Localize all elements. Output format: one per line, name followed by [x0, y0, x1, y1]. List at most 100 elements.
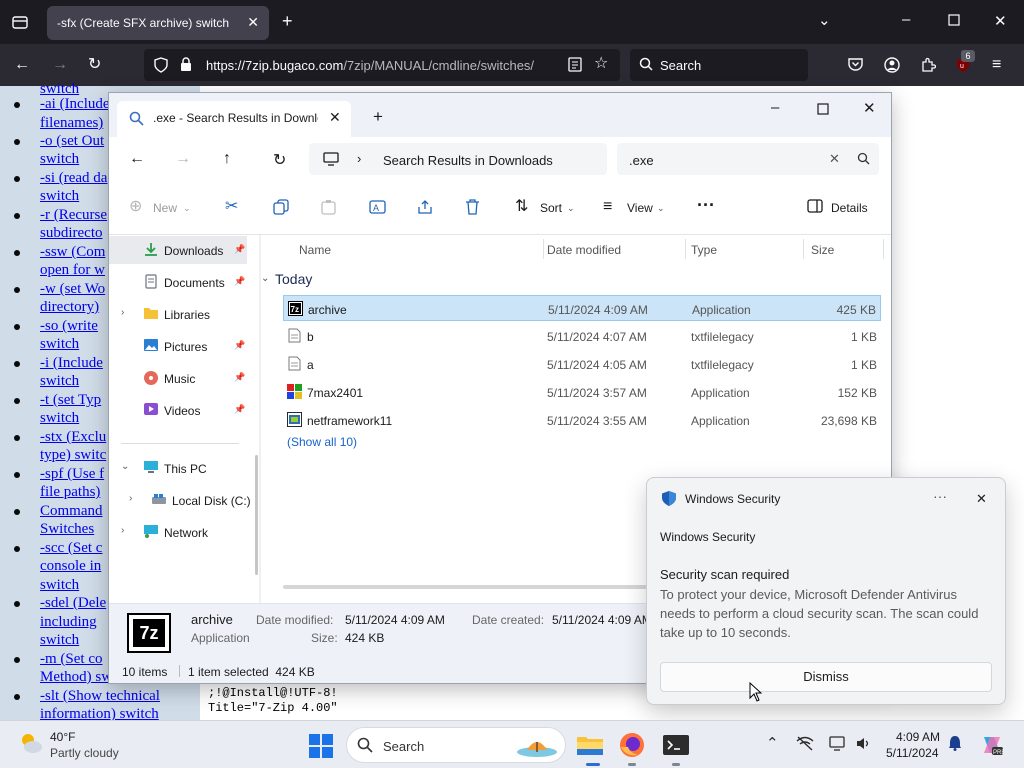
manual-nav-link[interactable]: -sdel (Dele: [40, 594, 106, 612]
new-icon[interactable]: ⊕: [129, 199, 142, 215]
column-separator[interactable]: [883, 239, 884, 259]
manual-nav-link[interactable]: -ai (Include: [40, 95, 110, 113]
sidebar-item-local-disk-c[interactable]: › Local Disk (C:): [117, 486, 255, 514]
account-icon[interactable]: [884, 57, 900, 77]
manual-nav-link[interactable]: open for w: [40, 261, 105, 279]
breadcrumb[interactable]: Search Results in Downloads: [383, 153, 553, 168]
extensions-icon[interactable]: [920, 57, 937, 77]
pin-icon[interactable]: 📌: [234, 276, 245, 287]
sidebar-item-documents[interactable]: Documents 📌: [109, 268, 247, 296]
more-options-icon[interactable]: ···: [933, 488, 947, 504]
manual-nav-link[interactable]: Command: [40, 502, 103, 520]
close-tab-icon[interactable]: ✕: [329, 109, 341, 126]
manual-nav-link[interactable]: -ssw (Com: [40, 243, 105, 261]
show-all-link[interactable]: (Show all 10): [287, 435, 357, 449]
sort-button[interactable]: Sort: [540, 201, 562, 215]
menu-icon[interactable]: ≡: [992, 57, 1001, 73]
delete-icon[interactable]: [465, 199, 480, 219]
new-button[interactable]: New: [153, 201, 177, 215]
paste-icon[interactable]: [321, 199, 336, 219]
column-separator[interactable]: [543, 239, 544, 259]
column-header-date[interactable]: Date modified: [547, 243, 621, 257]
pin-icon[interactable]: 📌: [234, 244, 245, 255]
column-separator[interactable]: [685, 239, 686, 259]
manual-nav-link[interactable]: filenames): [40, 114, 103, 132]
browser-search-bar[interactable]: Search: [630, 49, 808, 81]
weather-temp[interactable]: 40°F: [50, 730, 75, 744]
sort-icon[interactable]: ⇅: [515, 199, 528, 215]
search-icon[interactable]: [857, 152, 870, 168]
dismiss-button[interactable]: Dismiss: [660, 662, 992, 692]
manual-nav-link[interactable]: switch: [40, 409, 79, 427]
maximize-icon[interactable]: [948, 14, 960, 29]
manual-nav-link[interactable]: directory): [40, 298, 99, 316]
manual-nav-link[interactable]: switch: [40, 187, 79, 205]
file-row[interactable]: b 5/11/2024 4:07 AM txtfilelegacy 1 KB: [283, 323, 881, 349]
manual-nav-link[interactable]: switch: [40, 150, 79, 168]
manual-nav-link[interactable]: -scc (Set c: [40, 539, 102, 557]
manual-nav-link[interactable]: -t (set Typ: [40, 391, 101, 409]
column-header-name[interactable]: Name: [299, 243, 331, 257]
manual-nav-link[interactable]: switch: [40, 576, 79, 594]
up-icon[interactable]: ↑: [223, 150, 231, 168]
minimize-icon[interactable]: –: [771, 99, 779, 116]
manual-nav-link[interactable]: -si (read da: [40, 169, 107, 187]
pocket-icon[interactable]: [848, 57, 863, 75]
network-off-icon[interactable]: [796, 736, 814, 754]
close-icon[interactable]: ✕: [976, 491, 987, 507]
shield-icon[interactable]: [154, 57, 168, 77]
copy-icon[interactable]: [273, 199, 289, 219]
tab-list-icon[interactable]: [12, 15, 28, 33]
sidebar-item-libraries[interactable]: › Libraries: [109, 300, 247, 328]
manual-nav-link[interactable]: including: [40, 613, 97, 631]
file-row[interactable]: 7max2401 5/11/2024 3:57 AM Application 152 …: [283, 379, 881, 405]
reload-icon[interactable]: ↻: [88, 57, 101, 73]
pin-icon[interactable]: 📌: [234, 372, 245, 383]
forward-icon[interactable]: →: [175, 150, 191, 168]
manual-nav-link[interactable]: -stx (Exclu: [40, 428, 106, 446]
windows-start-icon[interactable]: [309, 734, 333, 761]
manual-nav-link[interactable]: switch: [40, 372, 79, 390]
minimize-icon[interactable]: –: [902, 12, 910, 27]
column-header-size[interactable]: Size: [811, 243, 834, 257]
horizontal-scrollbar[interactable]: [283, 585, 703, 589]
close-window-icon[interactable]: ✕: [863, 99, 876, 117]
view-button[interactable]: View: [627, 201, 653, 215]
manual-nav-link[interactable]: type) switc: [40, 446, 106, 464]
sidebar-item-pictures[interactable]: Pictures 📌: [109, 332, 247, 360]
manual-nav-link[interactable]: console in: [40, 557, 101, 575]
sidebar-item-network[interactable]: › Network: [109, 518, 247, 546]
share-icon[interactable]: [417, 199, 433, 219]
volume-icon[interactable]: [856, 736, 872, 754]
close-window-icon[interactable]: ✕: [994, 14, 1007, 29]
manual-nav-link[interactable]: -r (Recurse: [40, 206, 107, 224]
weather-desc[interactable]: Partly cloudy: [50, 746, 119, 760]
file-explorer-taskbar-icon[interactable]: [574, 729, 606, 761]
clear-search-icon[interactable]: ✕: [829, 151, 840, 167]
manual-nav-link[interactable]: subdirecto: [40, 224, 102, 242]
cut-icon[interactable]: ✂: [225, 199, 238, 215]
rename-icon[interactable]: A: [369, 199, 386, 219]
manual-nav-link[interactable]: file paths): [40, 483, 100, 501]
back-icon[interactable]: ←: [129, 150, 145, 168]
new-tab-icon[interactable]: +: [373, 107, 383, 127]
details-button[interactable]: Details: [831, 201, 868, 215]
group-header-today[interactable]: Today: [275, 271, 312, 287]
notification-bell-icon[interactable]: [948, 735, 962, 754]
chevron-right-icon[interactable]: ›: [121, 525, 124, 536]
address-bar[interactable]: › Search Results in Downloads: [309, 143, 607, 175]
back-icon[interactable]: ←: [14, 57, 30, 73]
manual-nav-link[interactable]: Switches: [40, 520, 94, 538]
file-row[interactable]: 7z archive 5/11/2024 4:09 AM Application 425…: [283, 295, 881, 321]
reader-view-icon[interactable]: [568, 57, 582, 76]
sidebar-scrollbar[interactable]: [255, 455, 258, 575]
new-tab-icon[interactable]: +: [282, 12, 293, 30]
chevron-right-icon[interactable]: ›: [121, 307, 124, 318]
sidebar-item-music[interactable]: Music 📌: [109, 364, 247, 392]
sidebar-item-videos[interactable]: Videos 📌: [109, 396, 247, 424]
chevron-down-icon[interactable]: ⌄: [818, 13, 831, 28]
firefox-icon[interactable]: [616, 729, 648, 761]
sidebar-item-downloads[interactable]: Downloads 📌: [109, 236, 247, 264]
explorer-tab[interactable]: .exe - Search Results in Downloads ✕: [117, 101, 351, 137]
details-pane-icon[interactable]: [807, 199, 823, 217]
